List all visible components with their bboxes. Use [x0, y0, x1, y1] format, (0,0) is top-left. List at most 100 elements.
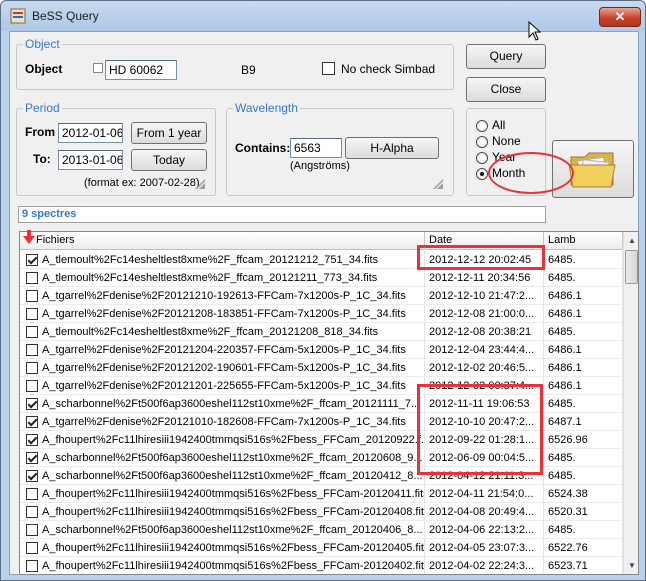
column-header-lamb[interactable]: Lamb — [544, 232, 623, 250]
scroll-thumb[interactable] — [625, 250, 638, 284]
file-name: A_tgarrel%2Fdenise%2F20121010-182608-FFC… — [42, 416, 406, 428]
to-label: To: — [33, 152, 51, 166]
annotation-date-box-2 — [417, 384, 543, 475]
file-name: A_tlemoult%2Fc14esheltlest8xme%2F_ffcam_… — [42, 272, 378, 284]
lamb-cell: 6522.76 — [544, 539, 623, 557]
object-group: Object Object HD 60062 B9 No check Simba… — [16, 37, 454, 90]
row-checkbox[interactable] — [26, 416, 38, 428]
row-checkbox[interactable] — [26, 344, 38, 356]
row-checkbox[interactable] — [26, 434, 38, 446]
resize-grip-icon — [433, 179, 443, 189]
from-1-year-button[interactable]: From 1 year — [131, 122, 207, 144]
radio-none-label[interactable]: None — [492, 134, 521, 148]
row-checkbox[interactable] — [26, 254, 38, 266]
wavelength-group-title: Wavelength — [233, 101, 300, 115]
row-checkbox[interactable] — [26, 452, 38, 464]
to-date-input[interactable]: 2013-01-06 — [58, 150, 123, 170]
table-row[interactable]: A_tlemoult%2Fc14esheltlest8xme%2F_ffcam_… — [20, 269, 623, 287]
lamb-cell: 6486.1 — [544, 305, 623, 323]
no-check-simbad-checkbox[interactable] — [322, 62, 335, 75]
row-checkbox[interactable] — [26, 272, 38, 284]
table-row[interactable]: A_fhoupert%2Fc11lhiresiii1942400tmmqsi51… — [20, 485, 623, 503]
file-name: A_scharbonnel%2Ft500f6ap3600eshel112st10… — [42, 452, 423, 464]
spectra-list[interactable]: Fichiers Date Lamb A_tlemoult%2Fc14eshel… — [19, 231, 639, 575]
h-alpha-button[interactable]: H-Alpha — [345, 137, 439, 159]
radio-all-label[interactable]: All — [492, 118, 505, 132]
table-row[interactable]: A_fhoupert%2Fc11lhiresiii1942400tmmqsi51… — [20, 557, 623, 574]
row-checkbox[interactable] — [26, 560, 38, 572]
row-checkbox[interactable] — [26, 308, 38, 320]
file-cell: A_scharbonnel%2Ft500f6ap3600eshel112st10… — [20, 395, 425, 413]
row-checkbox[interactable] — [26, 380, 38, 392]
lamb-cell: 6486.1 — [544, 287, 623, 305]
date-cell: 2012-04-05 23:07:3... — [425, 539, 544, 557]
today-button[interactable]: Today — [131, 149, 207, 171]
file-cell: A_tgarrel%2Fdenise%2F20121010-182608-FFC… — [20, 413, 425, 431]
table-row[interactable]: A_tlemoult%2Fc14esheltlest8xme%2F_ffcam_… — [20, 323, 623, 341]
row-checkbox[interactable] — [26, 506, 38, 518]
lamb-cell: 6485. — [544, 467, 623, 485]
file-name: A_tgarrel%2Fdenise%2F20121208-183851-FFC… — [42, 308, 406, 320]
annotation-month-ellipse — [488, 152, 574, 194]
radio-all[interactable] — [476, 120, 488, 132]
lamb-cell: 6485. — [544, 395, 623, 413]
annotation-arrow-icon — [23, 230, 35, 244]
wavelength-input[interactable]: 6563 — [290, 138, 342, 158]
app-icon — [10, 8, 26, 24]
row-checkbox[interactable] — [26, 488, 38, 500]
row-checkbox[interactable] — [26, 542, 38, 554]
file-cell: A_scharbonnel%2Ft500f6ap3600eshel112st10… — [20, 449, 425, 467]
unit-hint: (Angströms) — [290, 160, 350, 172]
vertical-scrollbar[interactable]: ▲ ▼ — [623, 232, 638, 574]
file-name: A_fhoupert%2Fc11lhiresiii1942400tmmqsi51… — [42, 560, 425, 572]
file-cell: A_tgarrel%2Fdenise%2F20121202-190601-FFC… — [20, 359, 425, 377]
row-checkbox[interactable] — [26, 524, 38, 536]
file-name: A_fhoupert%2Fc11lhiresiii1942400tmmqsi51… — [42, 434, 425, 446]
lamb-cell: 6485. — [544, 449, 623, 467]
radio-year[interactable] — [476, 152, 488, 164]
file-name: A_scharbonnel%2Ft500f6ap3600eshel112st10… — [42, 470, 423, 482]
file-cell: A_tgarrel%2Fdenise%2F20121210-192613-FFC… — [20, 287, 425, 305]
window-close-button[interactable]: ✕ — [599, 7, 641, 27]
format-hint: (format ex: 2007-02-28) — [84, 177, 200, 189]
status-text: 9 spectres — [22, 208, 77, 220]
scroll-down-icon[interactable]: ▼ — [624, 557, 638, 574]
row-checkbox[interactable] — [26, 362, 38, 374]
date-cell: 2012-12-11 20:34:56 — [425, 269, 544, 287]
file-name: A_tlemoult%2Fc14esheltlest8xme%2F_ffcam_… — [42, 254, 379, 266]
object-checkbox[interactable] — [93, 63, 103, 73]
from-date-input[interactable]: 2012-01-06 — [58, 123, 123, 143]
table-row[interactable]: A_tgarrel%2Fdenise%2F20121202-190601-FFC… — [20, 359, 623, 377]
resize-grip-icon — [195, 179, 205, 189]
scroll-up-icon[interactable]: ▲ — [624, 232, 638, 249]
table-row[interactable]: A_fhoupert%2Fc11lhiresiii1942400tmmqsi51… — [20, 503, 623, 521]
close-button[interactable]: Close — [466, 77, 546, 102]
query-button[interactable]: Query — [466, 44, 546, 69]
radio-none[interactable] — [476, 136, 488, 148]
date-cell: 2012-04-08 20:49:4... — [425, 503, 544, 521]
object-input[interactable]: HD 60062 — [105, 60, 177, 80]
row-checkbox[interactable] — [26, 290, 38, 302]
table-row[interactable]: A_fhoupert%2Fc11lhiresiii1942400tmmqsi51… — [20, 539, 623, 557]
lamb-cell: 6485. — [544, 323, 623, 341]
no-check-simbad-label[interactable]: No check Simbad — [341, 62, 435, 76]
row-checkbox[interactable] — [26, 398, 38, 410]
file-cell: A_tlemoult%2Fc14esheltlest8xme%2F_ffcam_… — [20, 269, 425, 287]
file-name: A_tgarrel%2Fdenise%2F20121202-190601-FFC… — [42, 362, 406, 374]
radio-month[interactable] — [476, 168, 488, 180]
folder-icon — [568, 152, 616, 188]
table-row[interactable]: A_scharbonnel%2Ft500f6ap3600eshel112st10… — [20, 521, 623, 539]
dialog-client-area: Object Object HD 60062 B9 No check Simba… — [9, 31, 639, 575]
from-label: From — [25, 125, 55, 139]
file-cell: A_tlemoult%2Fc14esheltlest8xme%2F_ffcam_… — [20, 251, 425, 269]
table-row[interactable]: A_tgarrel%2Fdenise%2F20121204-220357-FFC… — [20, 341, 623, 359]
row-checkbox[interactable] — [26, 470, 38, 482]
table-row[interactable]: A_tgarrel%2Fdenise%2F20121210-192613-FFC… — [20, 287, 623, 305]
column-header-fichiers[interactable]: Fichiers — [20, 232, 425, 250]
table-row[interactable]: A_tgarrel%2Fdenise%2F20121208-183851-FFC… — [20, 305, 623, 323]
row-checkbox[interactable] — [26, 326, 38, 338]
file-cell: A_tgarrel%2Fdenise%2F20121204-220357-FFC… — [20, 341, 425, 359]
title-bar[interactable]: BeSS Query ✕ — [1, 1, 645, 31]
window-title: BeSS Query — [32, 9, 99, 23]
wavelength-group: Wavelength Contains: 6563 (Angströms) H-… — [226, 101, 454, 196]
